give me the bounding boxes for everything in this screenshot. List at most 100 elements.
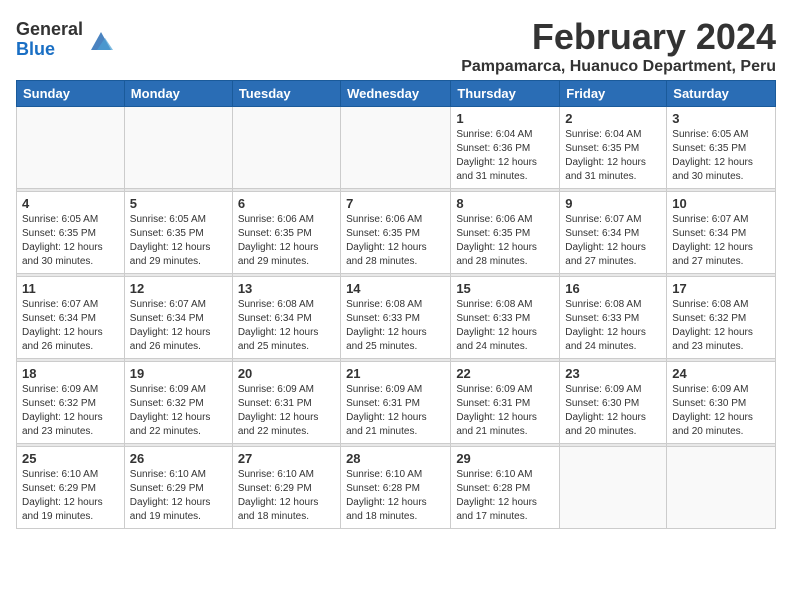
day-number: 8: [456, 196, 554, 211]
calendar-day-cell: 7Sunrise: 6:06 AM Sunset: 6:35 PM Daylig…: [341, 192, 451, 274]
calendar-header-wednesday: Wednesday: [341, 81, 451, 107]
day-info: Sunrise: 6:09 AM Sunset: 6:32 PM Dayligh…: [22, 383, 119, 439]
calendar-day-cell: 2 Sunrise: 6:04 AM Sunset: 6:35 PM Daylig…: [560, 107, 667, 189]
day-number: 20: [238, 366, 335, 381]
calendar-day-cell: 6Sunrise: 6:06 AM Sunset: 6:35 PM Daylig…: [232, 192, 340, 274]
day-number: 4: [22, 196, 119, 211]
calendar-table: SundayMondayTuesdayWednesdayThursdayFrid…: [16, 80, 776, 529]
location-title: Pampamarca, Huanuco Department, Peru: [461, 58, 776, 76]
calendar-day-cell: 19 Sunrise: 6:09 AM Sunset: 6:32 PM Dayli…: [124, 362, 232, 444]
day-number: 12: [130, 281, 227, 296]
calendar-day-cell: 29 Sunrise: 6:10 AM Sunset: 6:28 PM Dayli…: [451, 447, 560, 529]
calendar-header-sunday: Sunday: [17, 81, 125, 107]
calendar-day-cell: 16Sunrise: 6:08 AM Sunset: 6:33 PM Dayli…: [560, 277, 667, 359]
calendar-day-cell: 8Sunrise: 6:06 AM Sunset: 6:35 PM Daylig…: [451, 192, 560, 274]
calendar-day-cell: [17, 107, 125, 189]
calendar-week-row: 18Sunrise: 6:09 AM Sunset: 6:32 PM Dayli…: [17, 362, 776, 444]
day-number: 19: [130, 366, 227, 381]
day-number: 11: [22, 281, 119, 296]
calendar-day-cell: 22 Sunrise: 6:09 AM Sunset: 6:31 PM Dayli…: [451, 362, 560, 444]
day-info: Sunrise: 6:10 AM Sunset: 6:29 PM Dayligh…: [22, 468, 119, 524]
calendar-day-cell: 3 Sunrise: 6:05 AM Sunset: 6:35 PM Daylig…: [667, 107, 776, 189]
day-number: 29: [456, 451, 554, 466]
day-info: Sunrise: 6:07 AM Sunset: 6:34 PM Dayligh…: [130, 298, 227, 354]
calendar-day-cell: 20 Sunrise: 6:09 AM Sunset: 6:31 PM Dayli…: [232, 362, 340, 444]
calendar-day-cell: [124, 107, 232, 189]
month-title: February 2024: [461, 16, 776, 58]
calendar-header-friday: Friday: [560, 81, 667, 107]
day-info: Sunrise: 6:04 AM Sunset: 6:35 PM Dayligh…: [565, 128, 661, 184]
day-info: Sunrise: 6:10 AM Sunset: 6:28 PM Dayligh…: [346, 468, 445, 524]
calendar-header-monday: Monday: [124, 81, 232, 107]
day-number: 13: [238, 281, 335, 296]
logo-icon: [87, 26, 115, 54]
day-number: 2: [565, 111, 661, 126]
calendar-header-tuesday: Tuesday: [232, 81, 340, 107]
day-number: 3: [672, 111, 770, 126]
day-number: 7: [346, 196, 445, 211]
day-number: 26: [130, 451, 227, 466]
day-number: 15: [456, 281, 554, 296]
day-info: Sunrise: 6:08 AM Sunset: 6:33 PM Dayligh…: [346, 298, 445, 354]
day-info: Sunrise: 6:10 AM Sunset: 6:29 PM Dayligh…: [130, 468, 227, 524]
calendar-day-cell: [560, 447, 667, 529]
day-number: 5: [130, 196, 227, 211]
calendar-day-cell: 17 Sunrise: 6:08 AM Sunset: 6:32 PM Dayli…: [667, 277, 776, 359]
calendar-day-cell: [341, 107, 451, 189]
calendar-week-row: 25 Sunrise: 6:10 AM Sunset: 6:29 PM Dayli…: [17, 447, 776, 529]
day-info: Sunrise: 6:10 AM Sunset: 6:29 PM Dayligh…: [238, 468, 335, 524]
calendar-header-thursday: Thursday: [451, 81, 560, 107]
calendar-week-row: 11 Sunrise: 6:07 AM Sunset: 6:34 PM Dayli…: [17, 277, 776, 359]
calendar-day-cell: 25 Sunrise: 6:10 AM Sunset: 6:29 PM Dayli…: [17, 447, 125, 529]
calendar-week-row: 1Sunrise: 6:04 AM Sunset: 6:36 PM Daylig…: [17, 107, 776, 189]
day-info: Sunrise: 6:07 AM Sunset: 6:34 PM Dayligh…: [565, 213, 661, 269]
calendar-day-cell: 27 Sunrise: 6:10 AM Sunset: 6:29 PM Dayli…: [232, 447, 340, 529]
day-number: 10: [672, 196, 770, 211]
day-number: 21: [346, 366, 445, 381]
day-number: 25: [22, 451, 119, 466]
calendar-day-cell: 10 Sunrise: 6:07 AM Sunset: 6:34 PM Dayli…: [667, 192, 776, 274]
day-number: 9: [565, 196, 661, 211]
day-number: 23: [565, 366, 661, 381]
calendar-day-cell: 18Sunrise: 6:09 AM Sunset: 6:32 PM Dayli…: [17, 362, 125, 444]
calendar-day-cell: 21Sunrise: 6:09 AM Sunset: 6:31 PM Dayli…: [341, 362, 451, 444]
logo: General Blue: [16, 20, 115, 60]
day-number: 17: [672, 281, 770, 296]
day-info: Sunrise: 6:08 AM Sunset: 6:32 PM Dayligh…: [672, 298, 770, 354]
calendar-day-cell: 1Sunrise: 6:04 AM Sunset: 6:36 PM Daylig…: [451, 107, 560, 189]
day-number: 27: [238, 451, 335, 466]
day-info: Sunrise: 6:09 AM Sunset: 6:31 PM Dayligh…: [238, 383, 335, 439]
calendar-body: 1Sunrise: 6:04 AM Sunset: 6:36 PM Daylig…: [17, 107, 776, 529]
day-info: Sunrise: 6:08 AM Sunset: 6:33 PM Dayligh…: [456, 298, 554, 354]
day-info: Sunrise: 6:05 AM Sunset: 6:35 PM Dayligh…: [22, 213, 119, 269]
calendar-day-cell: 4 Sunrise: 6:05 AM Sunset: 6:35 PM Daylig…: [17, 192, 125, 274]
day-info: Sunrise: 6:10 AM Sunset: 6:28 PM Dayligh…: [456, 468, 554, 524]
day-info: Sunrise: 6:05 AM Sunset: 6:35 PM Dayligh…: [672, 128, 770, 184]
page-header: General Blue February 2024 Pampamarca, H…: [16, 16, 776, 76]
calendar-day-cell: 9 Sunrise: 6:07 AM Sunset: 6:34 PM Daylig…: [560, 192, 667, 274]
calendar-day-cell: 26 Sunrise: 6:10 AM Sunset: 6:29 PM Dayli…: [124, 447, 232, 529]
day-number: 22: [456, 366, 554, 381]
calendar-day-cell: 5Sunrise: 6:05 AM Sunset: 6:35 PM Daylig…: [124, 192, 232, 274]
title-area: February 2024 Pampamarca, Huanuco Depart…: [461, 16, 776, 76]
day-info: Sunrise: 6:09 AM Sunset: 6:32 PM Dayligh…: [130, 383, 227, 439]
day-number: 24: [672, 366, 770, 381]
day-info: Sunrise: 6:06 AM Sunset: 6:35 PM Dayligh…: [238, 213, 335, 269]
day-info: Sunrise: 6:07 AM Sunset: 6:34 PM Dayligh…: [672, 213, 770, 269]
calendar-header-row: SundayMondayTuesdayWednesdayThursdayFrid…: [17, 81, 776, 107]
calendar-day-cell: 13 Sunrise: 6:08 AM Sunset: 6:34 PM Dayli…: [232, 277, 340, 359]
calendar-day-cell: 15 Sunrise: 6:08 AM Sunset: 6:33 PM Dayli…: [451, 277, 560, 359]
calendar-day-cell: [667, 447, 776, 529]
calendar-day-cell: 23Sunrise: 6:09 AM Sunset: 6:30 PM Dayli…: [560, 362, 667, 444]
day-info: Sunrise: 6:07 AM Sunset: 6:34 PM Dayligh…: [22, 298, 119, 354]
logo-text: General Blue: [16, 20, 83, 60]
day-info: Sunrise: 6:09 AM Sunset: 6:31 PM Dayligh…: [456, 383, 554, 439]
day-info: Sunrise: 6:08 AM Sunset: 6:34 PM Dayligh…: [238, 298, 335, 354]
calendar-day-cell: 28 Sunrise: 6:10 AM Sunset: 6:28 PM Dayli…: [341, 447, 451, 529]
day-number: 28: [346, 451, 445, 466]
calendar-day-cell: 12 Sunrise: 6:07 AM Sunset: 6:34 PM Dayli…: [124, 277, 232, 359]
logo-blue: Blue: [16, 40, 83, 60]
day-number: 16: [565, 281, 661, 296]
calendar-week-row: 4 Sunrise: 6:05 AM Sunset: 6:35 PM Daylig…: [17, 192, 776, 274]
calendar-day-cell: [232, 107, 340, 189]
